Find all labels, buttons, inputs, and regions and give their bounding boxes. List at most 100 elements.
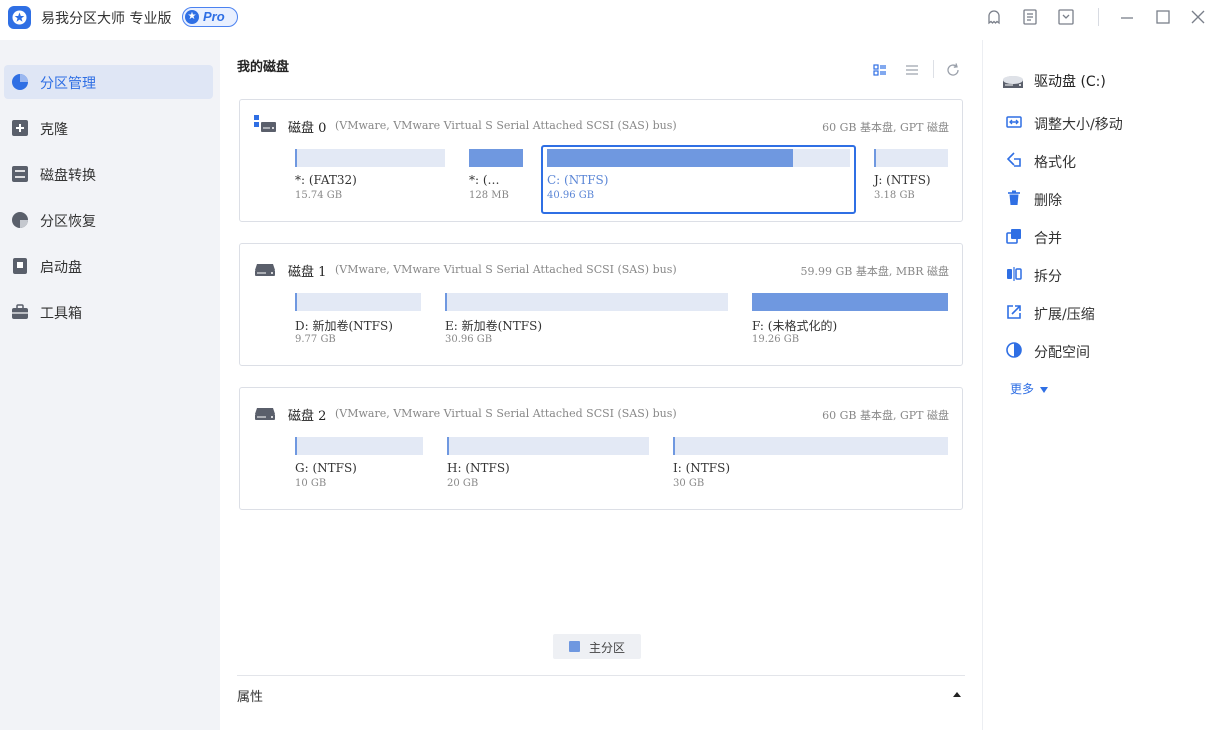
extend-shrink-button[interactable]: 扩展/压缩 [1003,299,1203,325]
refresh-icon[interactable] [945,62,961,78]
close-icon[interactable] [1189,8,1207,26]
merge-icon [1005,227,1023,245]
title-bar: 易我分区大师 专业版 ★ Pro [0,0,1219,34]
partition-label: H: (NTFS) [447,461,510,475]
extend-shrink-icon [1005,303,1023,321]
partition-size: 9.77 GB [295,334,336,345]
drive-icon [1001,72,1025,94]
partition-label: D: 新加卷(NTFS) [295,319,393,333]
toolbar-divider [933,60,934,78]
action-label: 拆分 [1034,269,1062,285]
action-label: 格式化 [1034,155,1076,171]
maximize-icon[interactable] [1154,8,1172,26]
format-button[interactable]: 格式化 [1003,147,1203,173]
more-button[interactable]: 更多 [1010,380,1049,397]
split-icon [1005,265,1023,283]
disk-name: 磁盘 2 [288,409,327,424]
mbr-disk-icon [254,258,276,278]
partition-label: I: (NTFS) [673,461,731,475]
partition-e-ntfs[interactable]: E: 新加卷(NTFS) 30.96 GB [445,293,728,349]
allocate-space-button[interactable]: 分配空间 [1003,337,1203,363]
delete-button[interactable]: 删除 [1003,185,1203,211]
sidebar-item-partition-manager[interactable]: 分区管理 [4,65,213,99]
action-label: 扩展/压缩 [1034,307,1095,323]
resize-move-button[interactable]: 调整大小/移动 [1003,109,1203,135]
sidebar: 分区管理 克隆 磁盘转换 分区恢复 启动盘 工具箱 [0,40,220,730]
partition-size: 19.26 GB [752,334,800,345]
partition-usage-bar [673,437,948,455]
partition-label: C: (NTFS) [547,173,609,187]
split-button[interactable]: 拆分 [1003,261,1203,287]
partition-size: 128 MB [469,190,509,201]
more-label: 更多 [1010,382,1035,396]
partition-i-ntfs[interactable]: I: (NTFS) 30 GB [673,437,948,493]
merge-button[interactable]: 合并 [1003,223,1203,249]
partition-usage-bar [295,293,421,311]
sidebar-item-label: 克隆 [40,122,68,138]
chevron-down-icon [1040,386,1049,393]
partition-j-ntfs[interactable]: J: (NTFS) 3.18 GB [874,149,948,205]
disk-model: (VMware, VMware Virtual S Serial Attache… [335,263,677,276]
toolbox-icon [11,303,29,321]
disk-card-2[interactable]: 磁盘 2 (VMware, VMware Virtual S Serial At… [239,387,963,510]
partition-label: J: (NTFS) [874,173,931,187]
partition-label: E: 新加卷(NTFS) [445,319,543,333]
properties-divider [237,675,965,676]
legend: 主分区 [553,634,641,659]
partition-esp-fat32[interactable]: *: (FAT32) 15.74 GB [295,149,445,205]
disk-card-1[interactable]: 磁盘 1 (VMware, VMware Virtual S Serial At… [239,243,963,366]
partition-label: *: (… [469,173,500,187]
sidebar-item-partition-recovery[interactable]: 分区恢复 [4,203,213,237]
app-logo-icon [8,6,31,29]
partition-msr[interactable]: *: (… 128 MB [469,149,523,205]
partition-size: 3.18 GB [874,190,915,201]
pro-badge-label: Pro [203,9,225,24]
menu-dropdown-icon[interactable] [1057,8,1075,26]
sidebar-item-toolbox[interactable]: 工具箱 [4,295,213,329]
clone-icon [11,119,29,137]
properties-label: 属性 [237,690,264,705]
partition-label: *: (FAT32) [295,173,357,187]
disk-info: 60 GB 基本盘, GPT 磁盘 [822,409,949,422]
partition-size: 15.74 GB [295,190,343,201]
disk-name: 磁盘 0 [288,121,327,136]
sidebar-item-boot-disk[interactable]: 启动盘 [4,249,213,283]
skin-icon[interactable] [985,8,1003,26]
partition-label: F: (未格式化的) [752,319,838,333]
list-view-icon[interactable] [904,62,920,78]
disk-card-0[interactable]: 磁盘 0 (VMware, VMware Virtual S Serial At… [239,99,963,222]
format-icon [1005,151,1023,169]
page-title: 我的磁盘 [237,60,290,75]
grid-view-icon[interactable] [872,62,888,78]
partition-usage-bar [752,293,948,311]
trash-icon [1005,189,1023,207]
pie-chart-icon [11,73,29,91]
disk-model: (VMware, VMware Virtual S Serial Attache… [335,407,677,420]
partition-g-ntfs[interactable]: G: (NTFS) 10 GB [295,437,423,493]
disk-info: 59.99 GB 基本盘, MBR 磁盘 [800,265,949,278]
feedback-icon[interactable] [1021,8,1039,26]
action-label: 分配空间 [1034,345,1090,361]
sidebar-item-clone[interactable]: 克隆 [4,111,213,145]
partition-usage-bar [295,149,445,167]
legend-label: 主分区 [589,641,626,655]
partition-d-ntfs[interactable]: D: 新加卷(NTFS) 9.77 GB [295,293,421,349]
partition-h-ntfs[interactable]: H: (NTFS) 20 GB [447,437,649,493]
pro-badge: ★ Pro [182,7,238,27]
collapse-arrow-icon[interactable] [950,687,964,701]
partition-label: G: (NTFS) [295,461,357,475]
sidebar-item-label: 磁盘转换 [40,168,96,184]
partition-f-unformatted[interactable]: F: (未格式化的) 19.26 GB [752,293,948,349]
star-icon: ★ [185,10,199,24]
disk-model: (VMware, VMware Virtual S Serial Attache… [335,119,677,132]
sidebar-item-disk-convert[interactable]: 磁盘转换 [4,157,213,191]
partition-usage-bar [547,149,850,167]
selected-drive-title: 驱动盘 (C:) [1034,74,1106,90]
boot-disk-icon [11,257,29,275]
recovery-icon [11,211,29,229]
partition-usage-bar [874,149,948,167]
minimize-icon[interactable] [1118,8,1136,26]
partition-c-ntfs[interactable]: C: (NTFS) 40.96 GB [547,149,850,205]
operations-panel: 驱动盘 (C:) 调整大小/移动 格式化 删除 合并 拆分 扩展/压缩 分配空间… [982,40,1219,730]
main-panel: 我的磁盘 磁盘 0 (VMware, VMware Virtual S Seri… [221,40,981,730]
